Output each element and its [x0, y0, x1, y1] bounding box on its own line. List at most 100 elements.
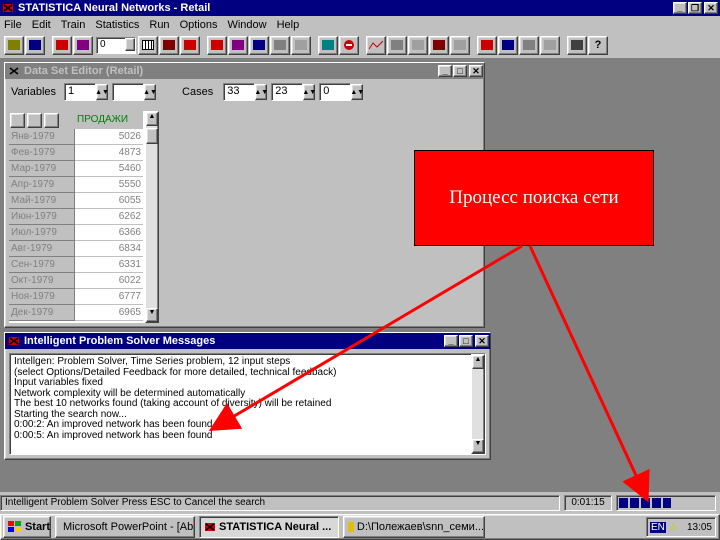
statistics-icon[interactable] — [519, 35, 539, 55]
graph-icon[interactable] — [366, 35, 386, 55]
table-row[interactable]: Янв-1979 5026 — [9, 129, 159, 145]
row-label[interactable]: Сен-1979 — [9, 257, 75, 273]
table-row[interactable]: Июн-1979 6262 — [9, 209, 159, 225]
cases-spinner-verify-icon[interactable]: ▲▼ — [350, 84, 364, 100]
histogram-icon[interactable] — [408, 35, 428, 55]
row-value[interactable]: 5026 — [75, 129, 143, 145]
table-row[interactable]: Окт-1979 6022 — [9, 273, 159, 289]
task-folder[interactable]: D:\Полежаев\snn_семи... — [343, 516, 485, 538]
sensitivity-icon[interactable] — [477, 35, 497, 55]
restore-icon[interactable]: ❐ — [688, 2, 702, 14]
run-icon[interactable] — [318, 35, 338, 55]
row-label[interactable]: Июн-1979 — [9, 209, 75, 225]
menu-help[interactable]: Help — [277, 19, 300, 31]
scroll-thumb[interactable] — [146, 128, 158, 144]
minimize-icon[interactable]: _ — [673, 2, 687, 14]
help-icon[interactable]: ? — [588, 35, 608, 55]
variables-spinner-2-icon[interactable]: ▲▼ — [143, 84, 157, 100]
grid-vertical-scrollbar[interactable]: ▲ ▼ — [145, 111, 159, 323]
menu-window[interactable]: Window — [227, 19, 266, 31]
table-row[interactable]: Фев-1979 4873 — [9, 145, 159, 161]
grid-tool-b-icon[interactable] — [27, 112, 42, 128]
table-row[interactable]: Июл-1979 6366 — [9, 225, 159, 241]
cases-input-total[interactable]: 33 — [223, 83, 256, 101]
statistica-app-icon[interactable] — [2, 2, 14, 14]
cases-spinner-total-icon[interactable]: ▲▼ — [254, 84, 268, 100]
dataset-icon[interactable] — [159, 35, 179, 55]
row-value[interactable]: 6366 — [75, 225, 143, 241]
menu-statistics[interactable]: Statistics — [95, 19, 139, 31]
table-row[interactable]: Ноя-1979 6777 — [9, 289, 159, 305]
table-row[interactable]: Май-1979 6055 — [9, 193, 159, 209]
table-row[interactable]: Сен-1979 6331 — [9, 257, 159, 273]
variables-input[interactable]: 1 — [64, 83, 97, 101]
tray-warning-icon[interactable]: ⚠ — [669, 522, 678, 533]
pattern-icon[interactable] — [291, 35, 311, 55]
response-icon[interactable] — [450, 35, 470, 55]
row-label[interactable]: Дек-1979 — [9, 305, 75, 321]
messages-scroll-up-icon[interactable]: ▲ — [472, 355, 484, 369]
row-value[interactable]: 5460 — [75, 161, 143, 177]
variables-spinner-icon[interactable]: ▲▼ — [95, 84, 109, 100]
dataset-maximize-icon[interactable]: □ — [453, 65, 467, 77]
network-icon[interactable] — [52, 35, 72, 55]
task-powerpoint[interactable]: Microsoft PowerPoint - [Ab... — [55, 516, 195, 538]
cluster-icon[interactable] — [249, 35, 269, 55]
row-value[interactable]: 6055 — [75, 193, 143, 209]
train-icon[interactable] — [207, 35, 227, 55]
new-network-icon[interactable] — [73, 35, 93, 55]
row-value[interactable]: 6331 — [75, 257, 143, 273]
dataset-editor-title-bar[interactable]: Data Set Editor (Retail) _ □ ✕ — [5, 63, 484, 79]
row-label[interactable]: Май-1979 — [9, 193, 75, 209]
row-value[interactable]: 6965 — [75, 305, 143, 321]
table-row[interactable]: Авг-1979 6834 — [9, 241, 159, 257]
grid-icon[interactable] — [138, 35, 158, 55]
dataset-editor-window[interactable]: Data Set Editor (Retail) _ □ ✕ Variables… — [4, 62, 485, 328]
dataset-minimize-icon[interactable]: _ — [438, 65, 452, 77]
table-row[interactable]: Дек-1979 6965 — [9, 305, 159, 321]
column-header-sales[interactable]: ПРОДАЖИ — [75, 111, 143, 129]
row-label[interactable]: Фев-1979 — [9, 145, 75, 161]
report-icon[interactable] — [540, 35, 560, 55]
row-value[interactable]: 6834 — [75, 241, 143, 257]
cases-input-verify[interactable]: 0 — [319, 83, 352, 101]
menu-options[interactable]: Options — [180, 19, 218, 31]
messages-minimize-icon[interactable]: _ — [444, 335, 458, 347]
row-label[interactable]: Апр-1979 — [9, 177, 75, 193]
kohonen-icon[interactable] — [270, 35, 290, 55]
row-label[interactable]: Ноя-1979 — [9, 289, 75, 305]
row-label[interactable]: Окт-1979 — [9, 273, 75, 289]
save-icon[interactable] — [25, 35, 45, 55]
variables-input-2[interactable] — [112, 83, 145, 101]
graph-error-icon[interactable] — [387, 35, 407, 55]
messages-log[interactable]: Intellgen: Problem Solver, Time Series p… — [9, 353, 486, 455]
print-icon[interactable] — [567, 35, 587, 55]
messages-scroll-down-icon[interactable]: ▼ — [472, 439, 484, 453]
row-value[interactable]: 4873 — [75, 145, 143, 161]
row-label[interactable]: Янв-1979 — [9, 129, 75, 145]
table-row[interactable]: Мар-1979 5460 — [9, 161, 159, 177]
cases-input-train[interactable]: 23 — [271, 83, 304, 101]
row-value[interactable]: 6777 — [75, 289, 143, 305]
language-indicator[interactable]: EN — [650, 521, 666, 533]
app-title-bar[interactable]: STATISTICA Neural Networks - Retail _ ❐ … — [0, 0, 720, 16]
scroll-up-icon[interactable]: ▲ — [146, 112, 158, 126]
toolbar-combo[interactable]: 0 — [96, 36, 136, 54]
train-multi-icon[interactable] — [228, 35, 248, 55]
start-button[interactable]: Start — [3, 516, 51, 538]
menu-file[interactable]: File — [4, 19, 22, 31]
open-icon[interactable] — [4, 35, 24, 55]
stop-icon[interactable] — [339, 35, 359, 55]
row-label[interactable]: Авг-1979 — [9, 241, 75, 257]
scroll-down-icon[interactable]: ▼ — [146, 308, 158, 322]
messages-title-bar[interactable]: Intelligent Problem Solver Messages _ □ … — [5, 333, 490, 349]
row-value[interactable]: 6262 — [75, 209, 143, 225]
messages-close-icon[interactable]: ✕ — [475, 335, 489, 347]
close-icon[interactable]: ✕ — [704, 2, 718, 14]
messages-maximize-icon[interactable]: □ — [459, 335, 473, 347]
menu-edit[interactable]: Edit — [32, 19, 51, 31]
row-value[interactable]: 6022 — [75, 273, 143, 289]
row-label[interactable]: Июл-1979 — [9, 225, 75, 241]
weights-icon[interactable] — [498, 35, 518, 55]
messages-window[interactable]: Intelligent Problem Solver Messages _ □ … — [4, 332, 491, 460]
